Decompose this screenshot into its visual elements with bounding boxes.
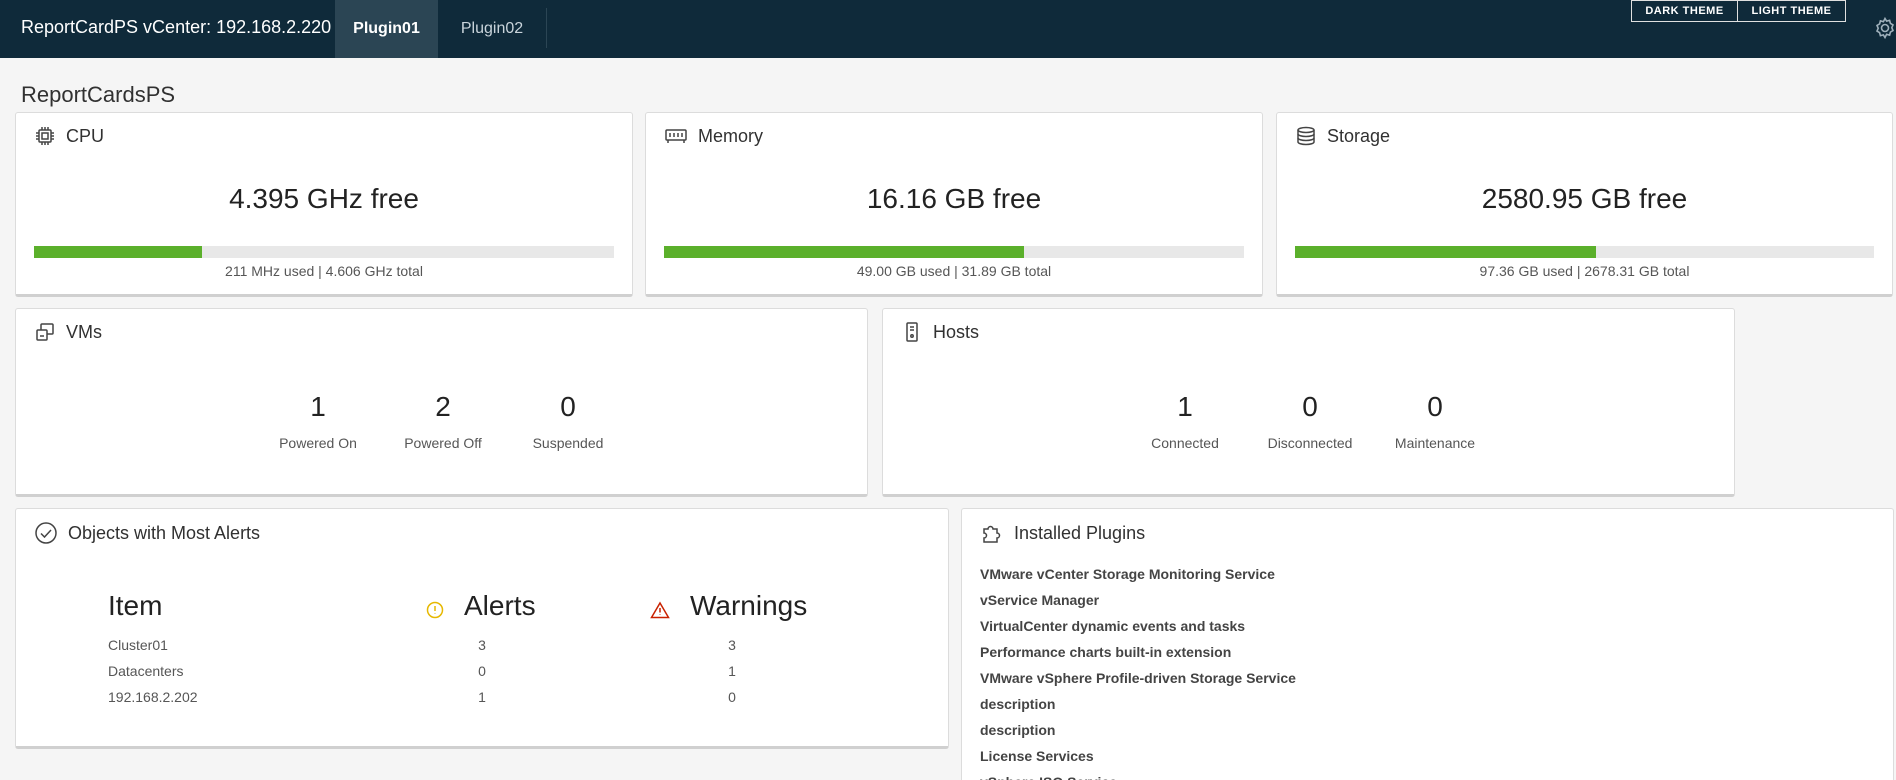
host-icon: [906, 322, 918, 342]
vms-card-title: VMs: [66, 321, 102, 342]
storage-free-value: 2580.95 GB free: [1481, 183, 1688, 214]
alert-icon: [426, 601, 444, 619]
host-stat-connected: 1 Connected: [1125, 391, 1245, 451]
memory-card: Memory 16.16 GB free 49.00 GB used | 31.…: [645, 112, 1263, 297]
memory-usage-text: 49.00 GB used | 31.89 GB total: [856, 263, 1052, 279]
plugin-item: vService Manager: [980, 592, 1100, 608]
memory-icon: [665, 129, 687, 143]
storage-usage-text: 97.36 GB used | 2678.31 GB total: [1479, 263, 1690, 279]
vm-stat-powered-off: 2 Powered Off: [383, 391, 503, 451]
gear-icon[interactable]: [1873, 16, 1896, 45]
tab-divider: [546, 8, 547, 48]
vms-card-header: VMs: [34, 321, 102, 343]
vm-powered-on-count: 1: [310, 391, 326, 422]
plugins-card-header: Installed Plugins: [980, 521, 1145, 545]
vm-icon: [36, 323, 54, 341]
top-header: ReportCardPS vCenter: 192.168.2.220 Plug…: [0, 0, 1896, 58]
vm-stat-powered-on: 1 Powered On: [258, 391, 378, 451]
vms-card: VMs 1 Powered On 2 Powered Off 0 Suspend…: [15, 308, 868, 497]
memory-card-title: Memory: [698, 125, 764, 146]
alert-row-item: 192.168.2.202: [108, 689, 198, 705]
hosts-card-header: Hosts: [901, 321, 979, 343]
alerts-card-header: Objects with Most Alerts: [34, 521, 260, 545]
plugins-card-title: Installed Plugins: [1014, 522, 1146, 543]
host-disconnected-count: 0: [1302, 391, 1318, 422]
plugin-item: VirtualCenter dynamic events and tasks: [980, 618, 1246, 634]
dark-theme-button[interactable]: DARK THEME: [1631, 0, 1738, 22]
storage-usage-bar-fill: [1295, 246, 1597, 258]
column-header-alerts: Alerts: [464, 590, 536, 621]
hosts-card: Hosts 1 Connected 0 Disconnected 0 Maint…: [882, 308, 1735, 497]
vm-suspended-label: Suspended: [532, 435, 604, 451]
alerts-card: Objects with Most Alerts Item Alerts War…: [15, 508, 949, 749]
cpu-card-header: CPU: [34, 125, 104, 147]
plugin-item: description: [980, 696, 1056, 712]
plugin-item: VMware vSphere Profile-driven Storage Se…: [980, 670, 1296, 686]
tab-plugin02[interactable]: Plugin02: [438, 0, 546, 58]
light-theme-button[interactable]: LIGHT THEME: [1737, 0, 1846, 22]
plugin-item: description: [980, 722, 1056, 738]
storage-card-title: Storage: [1327, 125, 1391, 146]
alert-row-alerts: 3: [478, 637, 486, 653]
plugin-item: vSphere ISO Service: [980, 769, 1296, 780]
memory-card-header: Memory: [664, 125, 763, 147]
vm-suspended-count: 0: [560, 391, 576, 422]
cpu-usage-bar-fill: [34, 246, 203, 258]
alert-row-alerts: 0: [478, 663, 486, 679]
cpu-free-value: 4.395 GHz free: [229, 183, 419, 214]
storage-icon: [1297, 126, 1315, 146]
plugin-list: VMware vCenter Storage Monitoring Servic…: [980, 561, 1296, 780]
page-title: ReportCardsPS: [21, 82, 176, 107]
host-stat-maintenance: 0 Maintenance: [1375, 391, 1495, 451]
plugin-item: Performance charts built-in extension: [980, 644, 1232, 660]
tab-plugin01[interactable]: Plugin01: [335, 0, 438, 58]
column-header-warnings: Warnings: [690, 590, 808, 621]
alert-row-warnings: 3: [728, 637, 736, 653]
app-title: ReportCardPS vCenter: 192.168.2.220: [21, 17, 332, 37]
puzzle-icon: [983, 525, 1001, 543]
plugin-item: License Services: [980, 748, 1094, 764]
storage-card-header: Storage: [1295, 125, 1390, 147]
vm-powered-off-label: Powered Off: [404, 435, 482, 451]
alert-row-warnings: 1: [728, 663, 736, 679]
host-maintenance-label: Maintenance: [1394, 435, 1476, 451]
plugin-item: VMware vCenter Storage Monitoring Servic…: [980, 566, 1275, 582]
cpu-icon: [36, 127, 54, 145]
cpu-usage-text: 211 MHz used | 4.606 GHz total: [225, 263, 423, 279]
alert-row-item: Cluster01: [108, 637, 168, 653]
warning-icon: [650, 601, 670, 619]
host-maintenance-count: 0: [1427, 391, 1443, 422]
cpu-usage-bar: [34, 246, 614, 258]
host-disconnected-label: Disconnected: [1267, 435, 1353, 451]
memory-free-value: 16.16 GB free: [866, 183, 1042, 214]
memory-usage-bar: [664, 246, 1244, 258]
check-circle-icon: [35, 522, 57, 544]
vm-powered-off-count: 2: [435, 391, 451, 422]
hosts-card-title: Hosts: [933, 321, 980, 342]
column-header-item: Item: [108, 590, 163, 621]
memory-usage-bar-fill: [664, 246, 1024, 258]
alerts-card-title: Objects with Most Alerts: [68, 522, 261, 543]
cpu-card: CPU 4.395 GHz free 211 MHz used | 4.606 …: [15, 112, 633, 297]
plugins-card: Installed Plugins VMware vCenter Storage…: [961, 508, 1894, 780]
alert-row-alerts: 1: [478, 689, 486, 705]
host-connected-label: Connected: [1151, 435, 1219, 451]
cpu-card-title: CPU: [66, 125, 105, 146]
alert-row-item: Datacenters: [108, 663, 184, 679]
storage-card: Storage 2580.95 GB free 97.36 GB used | …: [1276, 112, 1893, 297]
storage-usage-bar: [1295, 246, 1874, 258]
vm-powered-on-label: Powered On: [279, 435, 357, 451]
host-stat-disconnected: 0 Disconnected: [1250, 391, 1370, 451]
vm-stat-suspended: 0 Suspended: [508, 391, 628, 451]
alert-row-warnings: 0: [728, 689, 736, 705]
host-connected-count: 1: [1177, 391, 1193, 422]
